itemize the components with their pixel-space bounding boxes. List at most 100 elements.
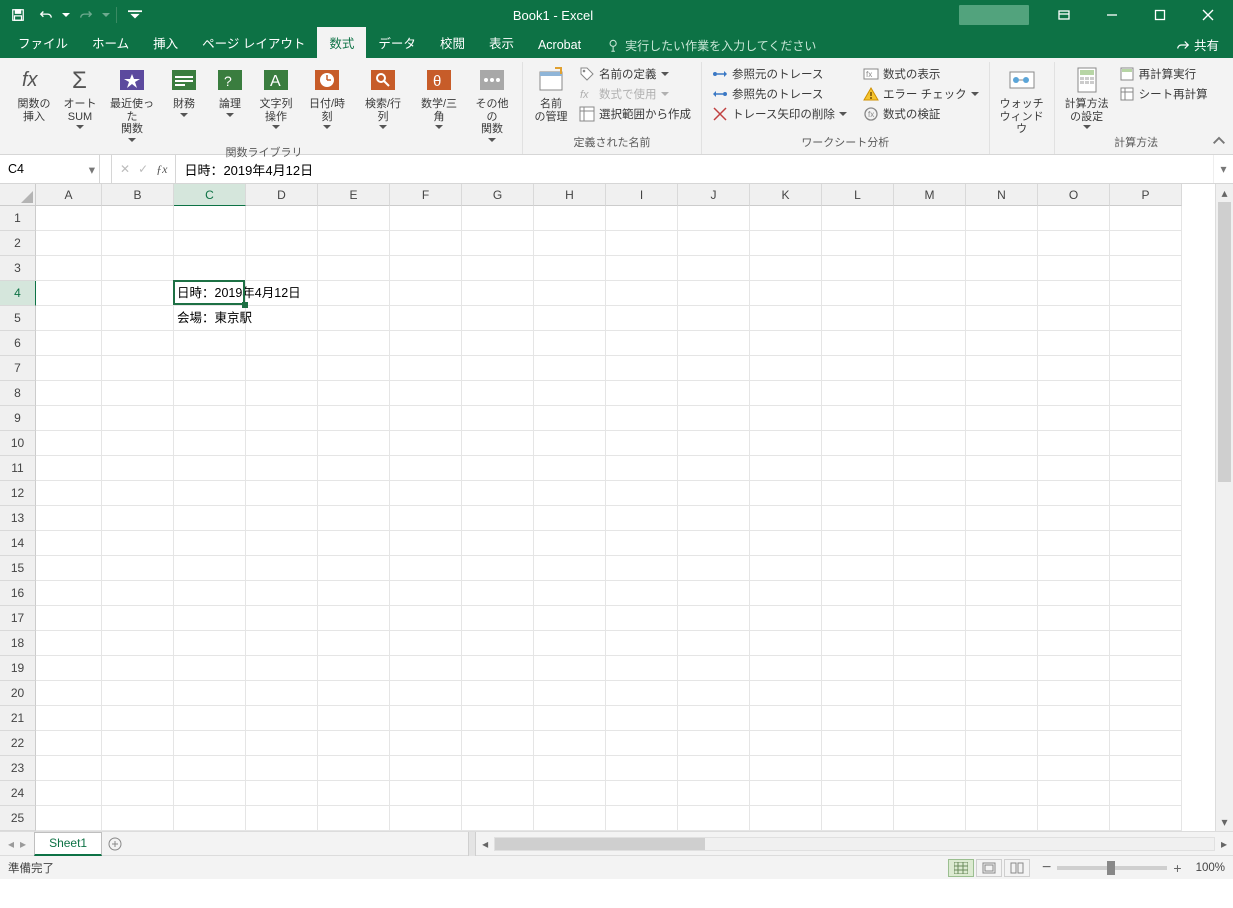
cell-E20[interactable] [318, 681, 390, 706]
cell-G19[interactable] [462, 656, 534, 681]
cell-H15[interactable] [534, 556, 606, 581]
cell-G3[interactable] [462, 256, 534, 281]
calculate-sheet-button[interactable]: シート再計算 [1115, 84, 1212, 104]
cell-B14[interactable] [102, 531, 174, 556]
cell-I13[interactable] [606, 506, 678, 531]
cell-J24[interactable] [678, 781, 750, 806]
cell-O3[interactable] [1038, 256, 1110, 281]
row-header-11[interactable]: 11 [0, 456, 36, 481]
cell-K20[interactable] [750, 681, 822, 706]
cell-P6[interactable] [1110, 331, 1182, 356]
cell-H11[interactable] [534, 456, 606, 481]
hscroll-thumb[interactable] [495, 838, 705, 850]
cell-C11[interactable] [174, 456, 246, 481]
cell-H1[interactable] [534, 206, 606, 231]
cell-N24[interactable] [966, 781, 1038, 806]
cell-P13[interactable] [1110, 506, 1182, 531]
cell-F18[interactable] [390, 631, 462, 656]
cell-I6[interactable] [606, 331, 678, 356]
cell-D11[interactable] [246, 456, 318, 481]
hscroll-resizer[interactable] [468, 832, 476, 856]
col-header-P[interactable]: P [1110, 184, 1182, 206]
cell-A16[interactable] [36, 581, 102, 606]
cell-B9[interactable] [102, 406, 174, 431]
col-header-E[interactable]: E [318, 184, 390, 206]
cell-C7[interactable] [174, 356, 246, 381]
cell-E21[interactable] [318, 706, 390, 731]
cell-E12[interactable] [318, 481, 390, 506]
cell-N9[interactable] [966, 406, 1038, 431]
tell-me-search[interactable]: 実行したい作業を入力してください [607, 37, 816, 58]
cell-D19[interactable] [246, 656, 318, 681]
cell-P24[interactable] [1110, 781, 1182, 806]
cell-G12[interactable] [462, 481, 534, 506]
cell-M10[interactable] [894, 431, 966, 456]
cell-P3[interactable] [1110, 256, 1182, 281]
cell-F7[interactable] [390, 356, 462, 381]
cell-O11[interactable] [1038, 456, 1110, 481]
cell-D25[interactable] [246, 806, 318, 831]
row-header-23[interactable]: 23 [0, 756, 36, 781]
cell-E17[interactable] [318, 606, 390, 631]
cell-L7[interactable] [822, 356, 894, 381]
cell-O6[interactable] [1038, 331, 1110, 356]
row-header-12[interactable]: 12 [0, 481, 36, 506]
cell-B17[interactable] [102, 606, 174, 631]
cell-J6[interactable] [678, 331, 750, 356]
cell-M20[interactable] [894, 681, 966, 706]
scroll-up-button[interactable]: ▴ [1216, 184, 1233, 202]
row-header-6[interactable]: 6 [0, 331, 36, 356]
cell-M1[interactable] [894, 206, 966, 231]
cell-M19[interactable] [894, 656, 966, 681]
ribbon-display-button[interactable] [1041, 0, 1087, 30]
cell-K23[interactable] [750, 756, 822, 781]
cell-G15[interactable] [462, 556, 534, 581]
cell-O1[interactable] [1038, 206, 1110, 231]
cell-H12[interactable] [534, 481, 606, 506]
cell-C21[interactable] [174, 706, 246, 731]
cell-B13[interactable] [102, 506, 174, 531]
cell-D3[interactable] [246, 256, 318, 281]
cell-E18[interactable] [318, 631, 390, 656]
col-header-D[interactable]: D [246, 184, 318, 206]
cell-M3[interactable] [894, 256, 966, 281]
cell-N6[interactable] [966, 331, 1038, 356]
cell-L13[interactable] [822, 506, 894, 531]
insert-function-button[interactable]: fx 関数の挿入 [12, 62, 56, 124]
cell-M24[interactable] [894, 781, 966, 806]
col-header-K[interactable]: K [750, 184, 822, 206]
row-header-22[interactable]: 22 [0, 731, 36, 756]
cell-O15[interactable] [1038, 556, 1110, 581]
cell-G20[interactable] [462, 681, 534, 706]
cell-P22[interactable] [1110, 731, 1182, 756]
row-header-7[interactable]: 7 [0, 356, 36, 381]
error-checking-button[interactable]: エラー チェック [859, 84, 983, 104]
cell-D6[interactable] [246, 331, 318, 356]
cell-K14[interactable] [750, 531, 822, 556]
cell-I14[interactable] [606, 531, 678, 556]
zoom-level[interactable]: 100% [1196, 862, 1225, 874]
cell-A14[interactable] [36, 531, 102, 556]
cell-I11[interactable] [606, 456, 678, 481]
cell-A22[interactable] [36, 731, 102, 756]
cell-M25[interactable] [894, 806, 966, 831]
cell-C9[interactable] [174, 406, 246, 431]
cell-E11[interactable] [318, 456, 390, 481]
cell-C25[interactable] [174, 806, 246, 831]
scroll-down-button[interactable]: ▾ [1216, 813, 1233, 831]
cell-K7[interactable] [750, 356, 822, 381]
cell-G18[interactable] [462, 631, 534, 656]
cell-C2[interactable] [174, 231, 246, 256]
cell-L2[interactable] [822, 231, 894, 256]
cell-B11[interactable] [102, 456, 174, 481]
row-header-8[interactable]: 8 [0, 381, 36, 406]
cell-F23[interactable] [390, 756, 462, 781]
cell-L10[interactable] [822, 431, 894, 456]
cell-B22[interactable] [102, 731, 174, 756]
cell-N13[interactable] [966, 506, 1038, 531]
cell-J16[interactable] [678, 581, 750, 606]
cell-B15[interactable] [102, 556, 174, 581]
cell-H22[interactable] [534, 731, 606, 756]
cell-L16[interactable] [822, 581, 894, 606]
col-header-C[interactable]: C [174, 184, 246, 206]
